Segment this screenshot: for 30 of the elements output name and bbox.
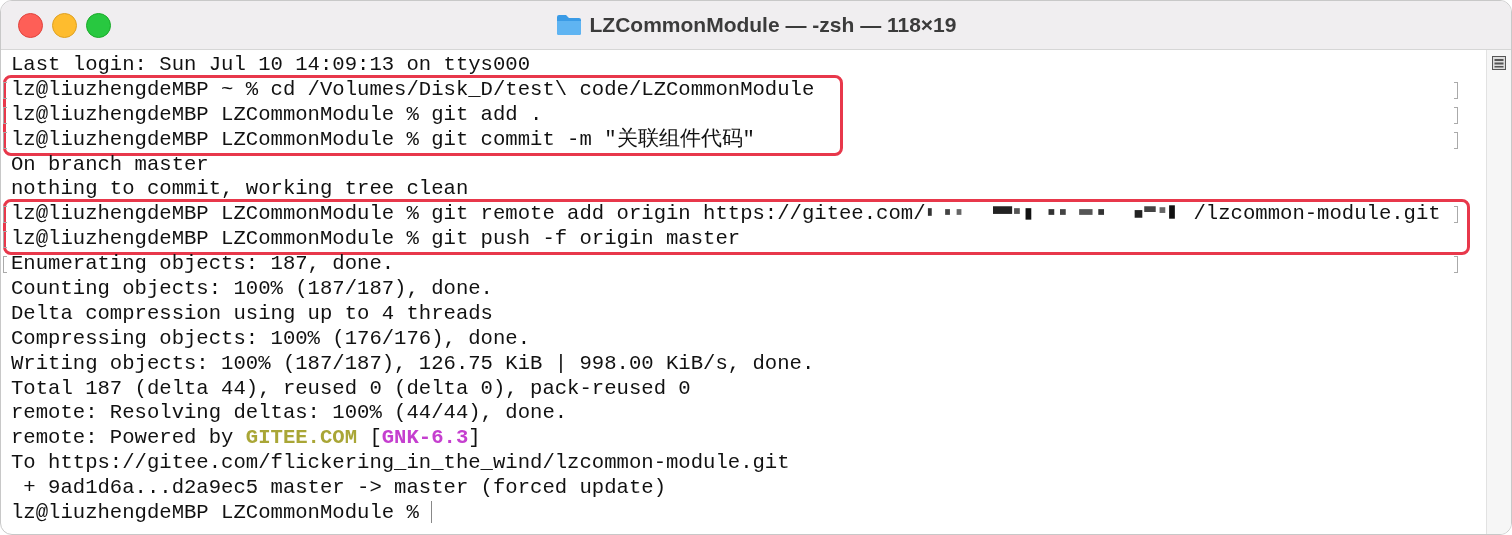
terminal-text: lz@liuzhengdeMBP LZCommonModule % (11, 501, 420, 525)
terminal-text: nothing to commit, working tree clean (11, 177, 469, 201)
window-title: LZCommonModule — -zsh — 118×19 (589, 13, 957, 37)
minimize-button[interactable] (52, 12, 77, 38)
terminal-text: lz@liuzhengdeMBP LZCommonModule % git remote add origin https://gitee.com/ (11, 202, 926, 226)
terminal-text: Writing objects: 100% (187/187), 126.75 KiB | 998.00 KiB/s, done. (11, 351, 815, 375)
terminal-text: Total 187 (delta 44), reused 0 (delta 0), pack-reused 0 (11, 376, 691, 400)
terminal-text: Enumerating objects: 187, done. (11, 252, 395, 276)
terminal-text: GNK-6.3 (381, 426, 469, 450)
close-button[interactable] (18, 12, 43, 38)
zoom-button[interactable] (86, 12, 111, 38)
terminal-text: lz@liuzhengdeMBP LZCommonModule % git commit -m "关联组件代码" (11, 127, 755, 151)
terminal-text: To https://gitee.com/flickering_in_the_wind/lzcommon-module.git (11, 451, 790, 475)
folder-icon (555, 14, 582, 36)
terminal-text: Compressing objects: 100% (176/176), done. (11, 326, 531, 350)
terminal-text: remote: Powered by (11, 426, 235, 450)
terminal-text: /lzcommon-module.git (1193, 202, 1441, 226)
terminal-text: [ (368, 426, 382, 450)
terminal-text: Counting objects: 100% (187/187), done. (11, 277, 493, 300)
terminal-text: ] (468, 426, 481, 450)
terminal-text: lz@liuzhengdeMBP ~ % cd /Volumes/Disk_D/test\ code/LZCommonModule (11, 77, 815, 101)
list-icon[interactable] (1492, 56, 1506, 70)
terminal-text: lz@liuzhengdeMBP LZCommonModule % git add . (11, 102, 543, 126)
terminal-text: + 9ad1d6a...d2a9ec5 master -> master (forced update) (22, 476, 666, 500)
terminal-text: GITEE.COM (245, 426, 358, 450)
terminal-text: lz@liuzhengdeMBP LZCommonModule % git push -f origin master (11, 227, 741, 251)
terminal-text: Delta compression using up to 4 threads (11, 301, 493, 325)
terminal-text: remote: Resolving deltas: 100% (44/44), done. (11, 401, 568, 425)
terminal-text: On branch master (11, 152, 209, 176)
terminal-text: Last login: Sun Jul 10 14:09:13 on ttys000 (11, 53, 531, 76)
